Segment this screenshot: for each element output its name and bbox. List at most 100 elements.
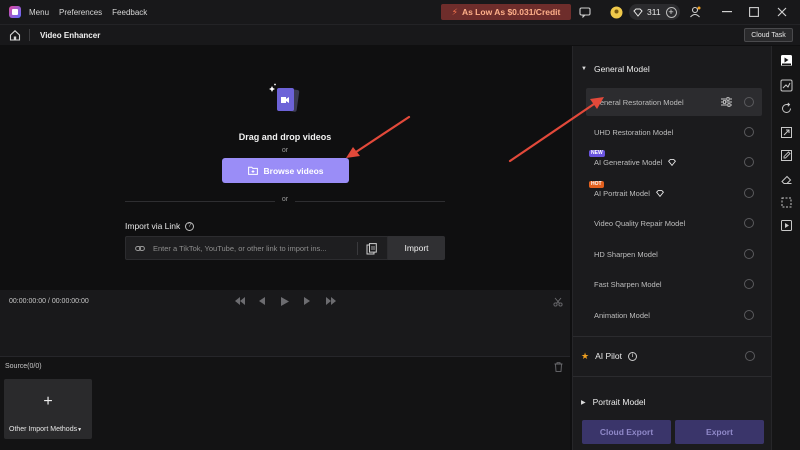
export-button[interactable]: Export (675, 420, 764, 444)
model-radio[interactable] (744, 188, 754, 198)
or-label-2: or (281, 196, 289, 203)
credit-count: 311 (647, 7, 661, 17)
import-button[interactable]: Import (388, 236, 445, 260)
minimize-icon[interactable] (719, 4, 735, 20)
model-fast-sharpen[interactable]: Fast Sharpen Model (586, 270, 762, 298)
skip-forward-icon[interactable] (326, 297, 336, 305)
model-label: HD Sharpen Model (594, 249, 658, 259)
model-radio[interactable] (744, 218, 754, 228)
drag-drop-title: Drag and drop videos (238, 132, 332, 142)
credit-balance[interactable]: 311 + (629, 4, 680, 20)
avatar[interactable] (609, 5, 623, 19)
model-label: Video Quality Repair Model (594, 218, 686, 228)
portrait-model-header[interactable]: ▶ Portrait Model (581, 397, 646, 407)
other-import-methods-label: Other Import Methods▼ (9, 426, 83, 433)
model-hd-sharpen[interactable]: HD Sharpen Model (586, 240, 762, 268)
model-label: UHD Restoration Model (594, 127, 674, 137)
ai-pilot-row[interactable]: ★ AI Pilot i (581, 346, 763, 366)
refresh-icon[interactable] (780, 102, 793, 115)
trash-icon[interactable] (554, 362, 563, 372)
divider-left (125, 201, 275, 202)
diamond-icon (633, 8, 643, 17)
paste-icon[interactable] (366, 243, 377, 255)
link-input[interactable] (153, 241, 353, 256)
model-label: AI Generative Model (594, 157, 663, 167)
panel-divider (573, 376, 772, 377)
model-radio[interactable] (744, 310, 754, 320)
import-link-heading: Import via Link ? (125, 221, 195, 231)
model-radio[interactable] (744, 127, 754, 137)
add-credits-icon[interactable]: + (665, 6, 677, 18)
source-bin: Source(0/0) + Other Import Methods▼ (0, 356, 570, 450)
video-export-icon[interactable] (780, 219, 793, 232)
model-ai-generative[interactable]: NEW AI Generative Model (586, 148, 762, 176)
general-model-header[interactable]: ▼ General Model (581, 64, 650, 74)
model-uhd-restoration[interactable]: UHD Restoration Model (586, 118, 762, 146)
app-logo (9, 6, 21, 18)
link-input-box (125, 236, 388, 260)
model-video-quality-repair[interactable]: Video Quality Repair Model (586, 209, 762, 237)
uhd-video-icon[interactable] (780, 54, 793, 67)
model-animation[interactable]: Animation Model (586, 301, 762, 329)
diamond-icon (668, 158, 677, 166)
trend-icon[interactable] (780, 79, 793, 92)
ai-pilot-radio[interactable] (745, 351, 755, 361)
other-import-methods-tile[interactable]: + Other Import Methods▼ (4, 379, 92, 439)
link-divider (357, 242, 358, 255)
menu-button[interactable]: Menu (29, 8, 49, 17)
help-icon[interactable]: ? (185, 221, 195, 231)
page-title: Video Enhancer (40, 31, 101, 40)
home-icon[interactable] (9, 29, 21, 41)
model-radio[interactable] (744, 279, 754, 289)
play-icon[interactable] (281, 297, 289, 306)
plus-icon: + (43, 393, 53, 410)
model-ai-portrait[interactable]: HOT AI Portrait Model (586, 179, 762, 207)
model-radio[interactable] (744, 157, 754, 167)
info-icon[interactable]: i (628, 351, 638, 361)
account-icon[interactable] (688, 5, 702, 19)
model-radio[interactable] (744, 97, 754, 107)
toolbar-divider (29, 29, 30, 41)
toolbar: Video Enhancer Cloud Task (0, 24, 800, 45)
new-badge: NEW (589, 150, 605, 157)
edit-icon[interactable] (780, 149, 793, 162)
message-icon[interactable] (578, 5, 592, 19)
sliders-icon[interactable] (721, 97, 732, 107)
link-icon (135, 246, 145, 251)
eraser-icon[interactable] (780, 173, 793, 186)
promo-banner[interactable]: ⚡ As Low As $0.031/Credit (441, 4, 571, 20)
scissors-icon[interactable] (553, 297, 563, 307)
cloud-export-button[interactable]: Cloud Export (582, 420, 671, 444)
crop-icon[interactable] (780, 196, 793, 209)
or-label: or (281, 147, 289, 154)
browse-videos-button[interactable]: Browse videos (222, 158, 349, 183)
close-icon[interactable] (774, 4, 790, 20)
model-label: Fast Sharpen Model (594, 279, 662, 289)
cloud-task-button[interactable]: Cloud Task (744, 28, 793, 42)
drop-zone[interactable]: Drag and drop videos or Browse videos or… (0, 46, 570, 290)
model-general-restoration[interactable]: General Restoration Model (586, 88, 762, 116)
step-back-icon[interactable] (259, 297, 265, 305)
skip-back-icon[interactable] (235, 297, 245, 305)
tool-rail (771, 46, 800, 450)
diamond-icon (655, 189, 664, 197)
chevron-down-icon: ▼ (77, 427, 83, 433)
source-count-label: Source(0/0) (5, 363, 42, 370)
player-bar: 00:00:00:00 / 00:00:00:00 (0, 290, 570, 356)
hot-badge: HOT (589, 181, 604, 188)
model-panel: ▼ General Model General Restoration Mode… (572, 46, 772, 450)
step-forward-icon[interactable] (304, 297, 310, 305)
lightning-icon: ⚡ (451, 6, 458, 17)
preferences-button[interactable]: Preferences (59, 8, 102, 17)
ai-pilot-label: AI Pilot (595, 351, 623, 361)
timecode: 00:00:00:00 / 00:00:00:00 (9, 298, 89, 305)
transform-icon[interactable] (780, 126, 793, 139)
model-label: AI Portrait Model (594, 188, 650, 198)
import-link-label: Import via Link (125, 221, 181, 231)
feedback-button[interactable]: Feedback (112, 8, 147, 17)
browse-videos-label: Browse videos (263, 165, 324, 176)
panel-divider (573, 336, 772, 337)
divider-right (295, 201, 445, 202)
model-radio[interactable] (744, 249, 754, 259)
maximize-icon[interactable] (746, 4, 762, 20)
